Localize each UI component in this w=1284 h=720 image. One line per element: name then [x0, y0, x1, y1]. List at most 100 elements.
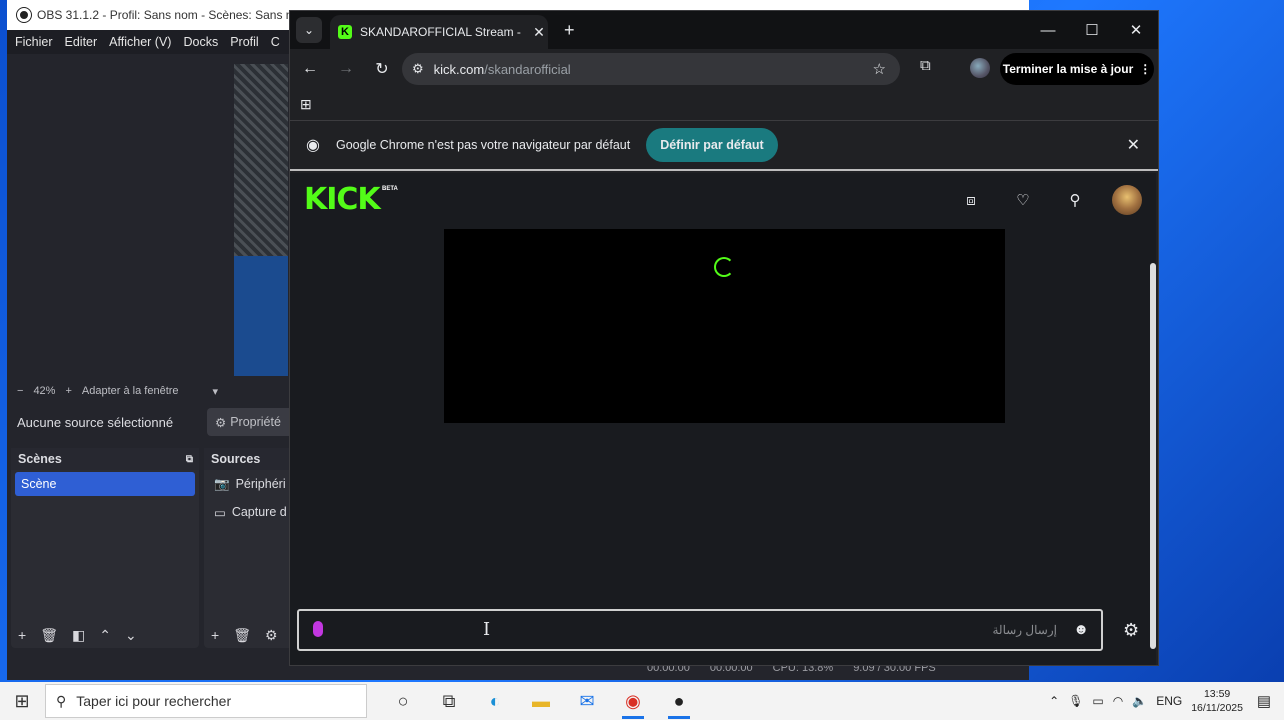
taskbar-apps: ○ ⧉ ◐ ▬ ✉ ◉ ● — [380, 682, 702, 720]
clock-date: 16/11/2025 — [1191, 702, 1243, 714]
kick-logo[interactable]: KICK — [304, 185, 381, 215]
chevron-up-icon[interactable]: ⌃ — [1049, 694, 1059, 708]
zoom-level: 42% — [33, 385, 56, 397]
bookmarks-bar: ⊞ — [290, 89, 1158, 121]
filters-button[interactable]: ◧ — [72, 627, 85, 644]
close-window-button[interactable]: ✕ — [1114, 11, 1158, 49]
chevron-down-icon[interactable]: ▾ — [213, 385, 219, 398]
preview-image-lower — [234, 256, 288, 376]
language-indicator[interactable]: ENG — [1156, 694, 1182, 708]
infobar-message: Google Chrome n'est pas votre navigateur… — [335, 138, 631, 152]
menu-collection[interactable]: C — [265, 35, 286, 49]
sources-dock-header: Sources — [204, 448, 294, 470]
following-heart-icon[interactable]: ♡ — [1008, 191, 1038, 209]
add-source-button[interactable]: + — [211, 627, 219, 643]
add-scene-button[interactable]: + — [18, 627, 26, 643]
scenes-dock: Scènes ⧉ Scène + 🗑 ◧ ⌃ ⌄ — [11, 448, 199, 648]
more-menu-icon: ⋮ — [1139, 62, 1152, 76]
move-down-button[interactable]: ⌄ — [125, 627, 137, 644]
properties-button[interactable]: ⚙ Propriété — [207, 408, 297, 436]
source-item[interactable]: 📷 Périphéri — [204, 470, 294, 498]
default-browser-infobar: ◉ Google Chrome n'est pas votre navigate… — [290, 121, 1158, 171]
search-icon: ⚲ — [56, 692, 67, 709]
extensions-icon[interactable]: ⧉ — [920, 57, 931, 74]
taskbar-search[interactable]: ⚲ Taper ici pour rechercher — [45, 684, 367, 718]
microphone-tray-icon[interactable]: 🎙 — [1068, 694, 1083, 708]
chrome-logo-icon: ◉ — [306, 137, 320, 154]
volume-icon[interactable]: 🔈 — [1132, 694, 1147, 708]
obs-preview — [7, 56, 288, 382]
browser-toolbar: ← → ↻ ⚙ kick.com/skandarofficial ☆ ⧉ Ter… — [290, 49, 1158, 89]
reload-button[interactable]: ↻ — [366, 53, 398, 85]
new-tab-button[interactable]: + — [564, 20, 575, 41]
chat-input[interactable]: I إرسال رسالة ☻ — [297, 609, 1103, 651]
back-button[interactable]: ← — [294, 53, 326, 85]
site-info-icon[interactable]: ⚙ — [412, 61, 424, 77]
profile-avatar[interactable] — [970, 58, 990, 78]
browser-tab[interactable]: K SKANDAROFFICIAL Stream - W ✕ — [330, 15, 548, 49]
emoji-icon[interactable]: ☻ — [1073, 621, 1089, 638]
menu-editer[interactable]: Editer — [59, 35, 104, 49]
set-default-button[interactable]: Définir par défaut — [646, 128, 778, 162]
chrome-taskbar-icon[interactable]: ◉ — [610, 682, 656, 720]
window-controls: — ☐ ✕ — [1026, 11, 1158, 49]
close-infobar-icon[interactable]: ✕ — [1127, 135, 1140, 155]
kick-page: KICK BETA ⧈ ♡ ⚲ I إرسال رسالة ☻ ⚙ — [290, 173, 1156, 665]
edge-icon[interactable]: ◐ — [472, 682, 518, 720]
minimize-button[interactable]: — — [1026, 11, 1070, 49]
scenes-dock-header: Scènes ⧉ — [11, 448, 199, 470]
notification-icon[interactable]: ▤ — [1252, 692, 1276, 710]
menu-afficher[interactable]: Afficher (V) — [103, 35, 177, 49]
mail-icon[interactable]: ✉ — [564, 682, 610, 720]
cortana-icon[interactable]: ○ — [380, 682, 426, 720]
zoom-out-button[interactable]: − — [17, 385, 23, 397]
remove-source-button[interactable]: 🗑 — [233, 627, 251, 644]
user-avatar[interactable] — [1112, 185, 1142, 215]
obs-window-title: OBS 31.1.2 - Profil: Sans nom - Scènes: … — [37, 8, 310, 22]
obs-taskbar-icon[interactable]: ● — [656, 682, 702, 720]
close-tab-icon[interactable]: ✕ — [530, 24, 548, 41]
header-actions: ⧈ ♡ ⚲ — [956, 185, 1142, 215]
page-scrollbar[interactable] — [1150, 263, 1156, 649]
fit-window-label[interactable]: Adapter à la fenêtre — [82, 385, 179, 397]
source-label: Capture d — [231, 505, 287, 519]
clock[interactable]: 13:59 16/11/2025 — [1191, 687, 1243, 715]
url-path: /skandarofficial — [484, 61, 571, 77]
search-placeholder: Taper ici pour rechercher — [76, 693, 232, 709]
update-button[interactable]: Terminer la mise à jour ⋮ — [1000, 53, 1154, 85]
menu-profil[interactable]: Profil — [224, 35, 264, 49]
address-bar[interactable]: ⚙ kick.com/skandarofficial ☆ — [402, 53, 900, 85]
apps-grid-icon[interactable]: ⊞ — [300, 96, 312, 113]
task-view-icon[interactable]: ⧉ — [426, 682, 472, 720]
wifi-icon[interactable]: ◠ — [1113, 694, 1123, 708]
bookmark-star-icon[interactable]: ☆ — [873, 60, 886, 78]
search-icon[interactable]: ⚲ — [1060, 191, 1090, 209]
start-button[interactable]: ⊞ — [0, 682, 44, 720]
kick-favicon-icon: K — [338, 25, 352, 39]
preview-canvas[interactable] — [234, 64, 288, 376]
chevron-down-icon: ⌄ — [303, 23, 315, 37]
url-text: kick.com/skandarofficial — [434, 62, 571, 77]
preview-image — [234, 64, 288, 256]
move-up-button[interactable]: ⌃ — [99, 627, 111, 644]
browse-icon[interactable]: ⧈ — [956, 192, 986, 209]
chat-settings-gear-icon[interactable]: ⚙ — [1123, 620, 1139, 641]
text-cursor-icon: I — [483, 619, 491, 640]
menu-docks[interactable]: Docks — [177, 35, 224, 49]
file-explorer-icon[interactable]: ▬ — [518, 682, 564, 720]
menu-fichier[interactable]: Fichier — [9, 35, 59, 49]
source-item[interactable]: ▭ Capture d — [204, 498, 294, 526]
remove-scene-button[interactable]: 🗑 — [40, 627, 58, 644]
undock-icon[interactable]: ⧉ — [186, 454, 193, 465]
scene-item[interactable]: Scène — [15, 472, 195, 496]
video-player[interactable] — [444, 229, 1005, 423]
source-settings-button[interactable]: ⚙ — [265, 627, 278, 644]
tab-search-button[interactable]: ⌄ — [296, 17, 322, 43]
zoom-in-button[interactable]: + — [65, 385, 71, 397]
microphone-icon[interactable] — [313, 621, 323, 637]
maximize-button[interactable]: ☐ — [1070, 11, 1114, 49]
clock-time: 13:59 — [1203, 688, 1231, 700]
sources-toolbar: + 🗑 ⚙ — [204, 622, 294, 648]
forward-button[interactable]: → — [330, 53, 362, 85]
battery-icon[interactable]: ▭ — [1092, 694, 1103, 708]
